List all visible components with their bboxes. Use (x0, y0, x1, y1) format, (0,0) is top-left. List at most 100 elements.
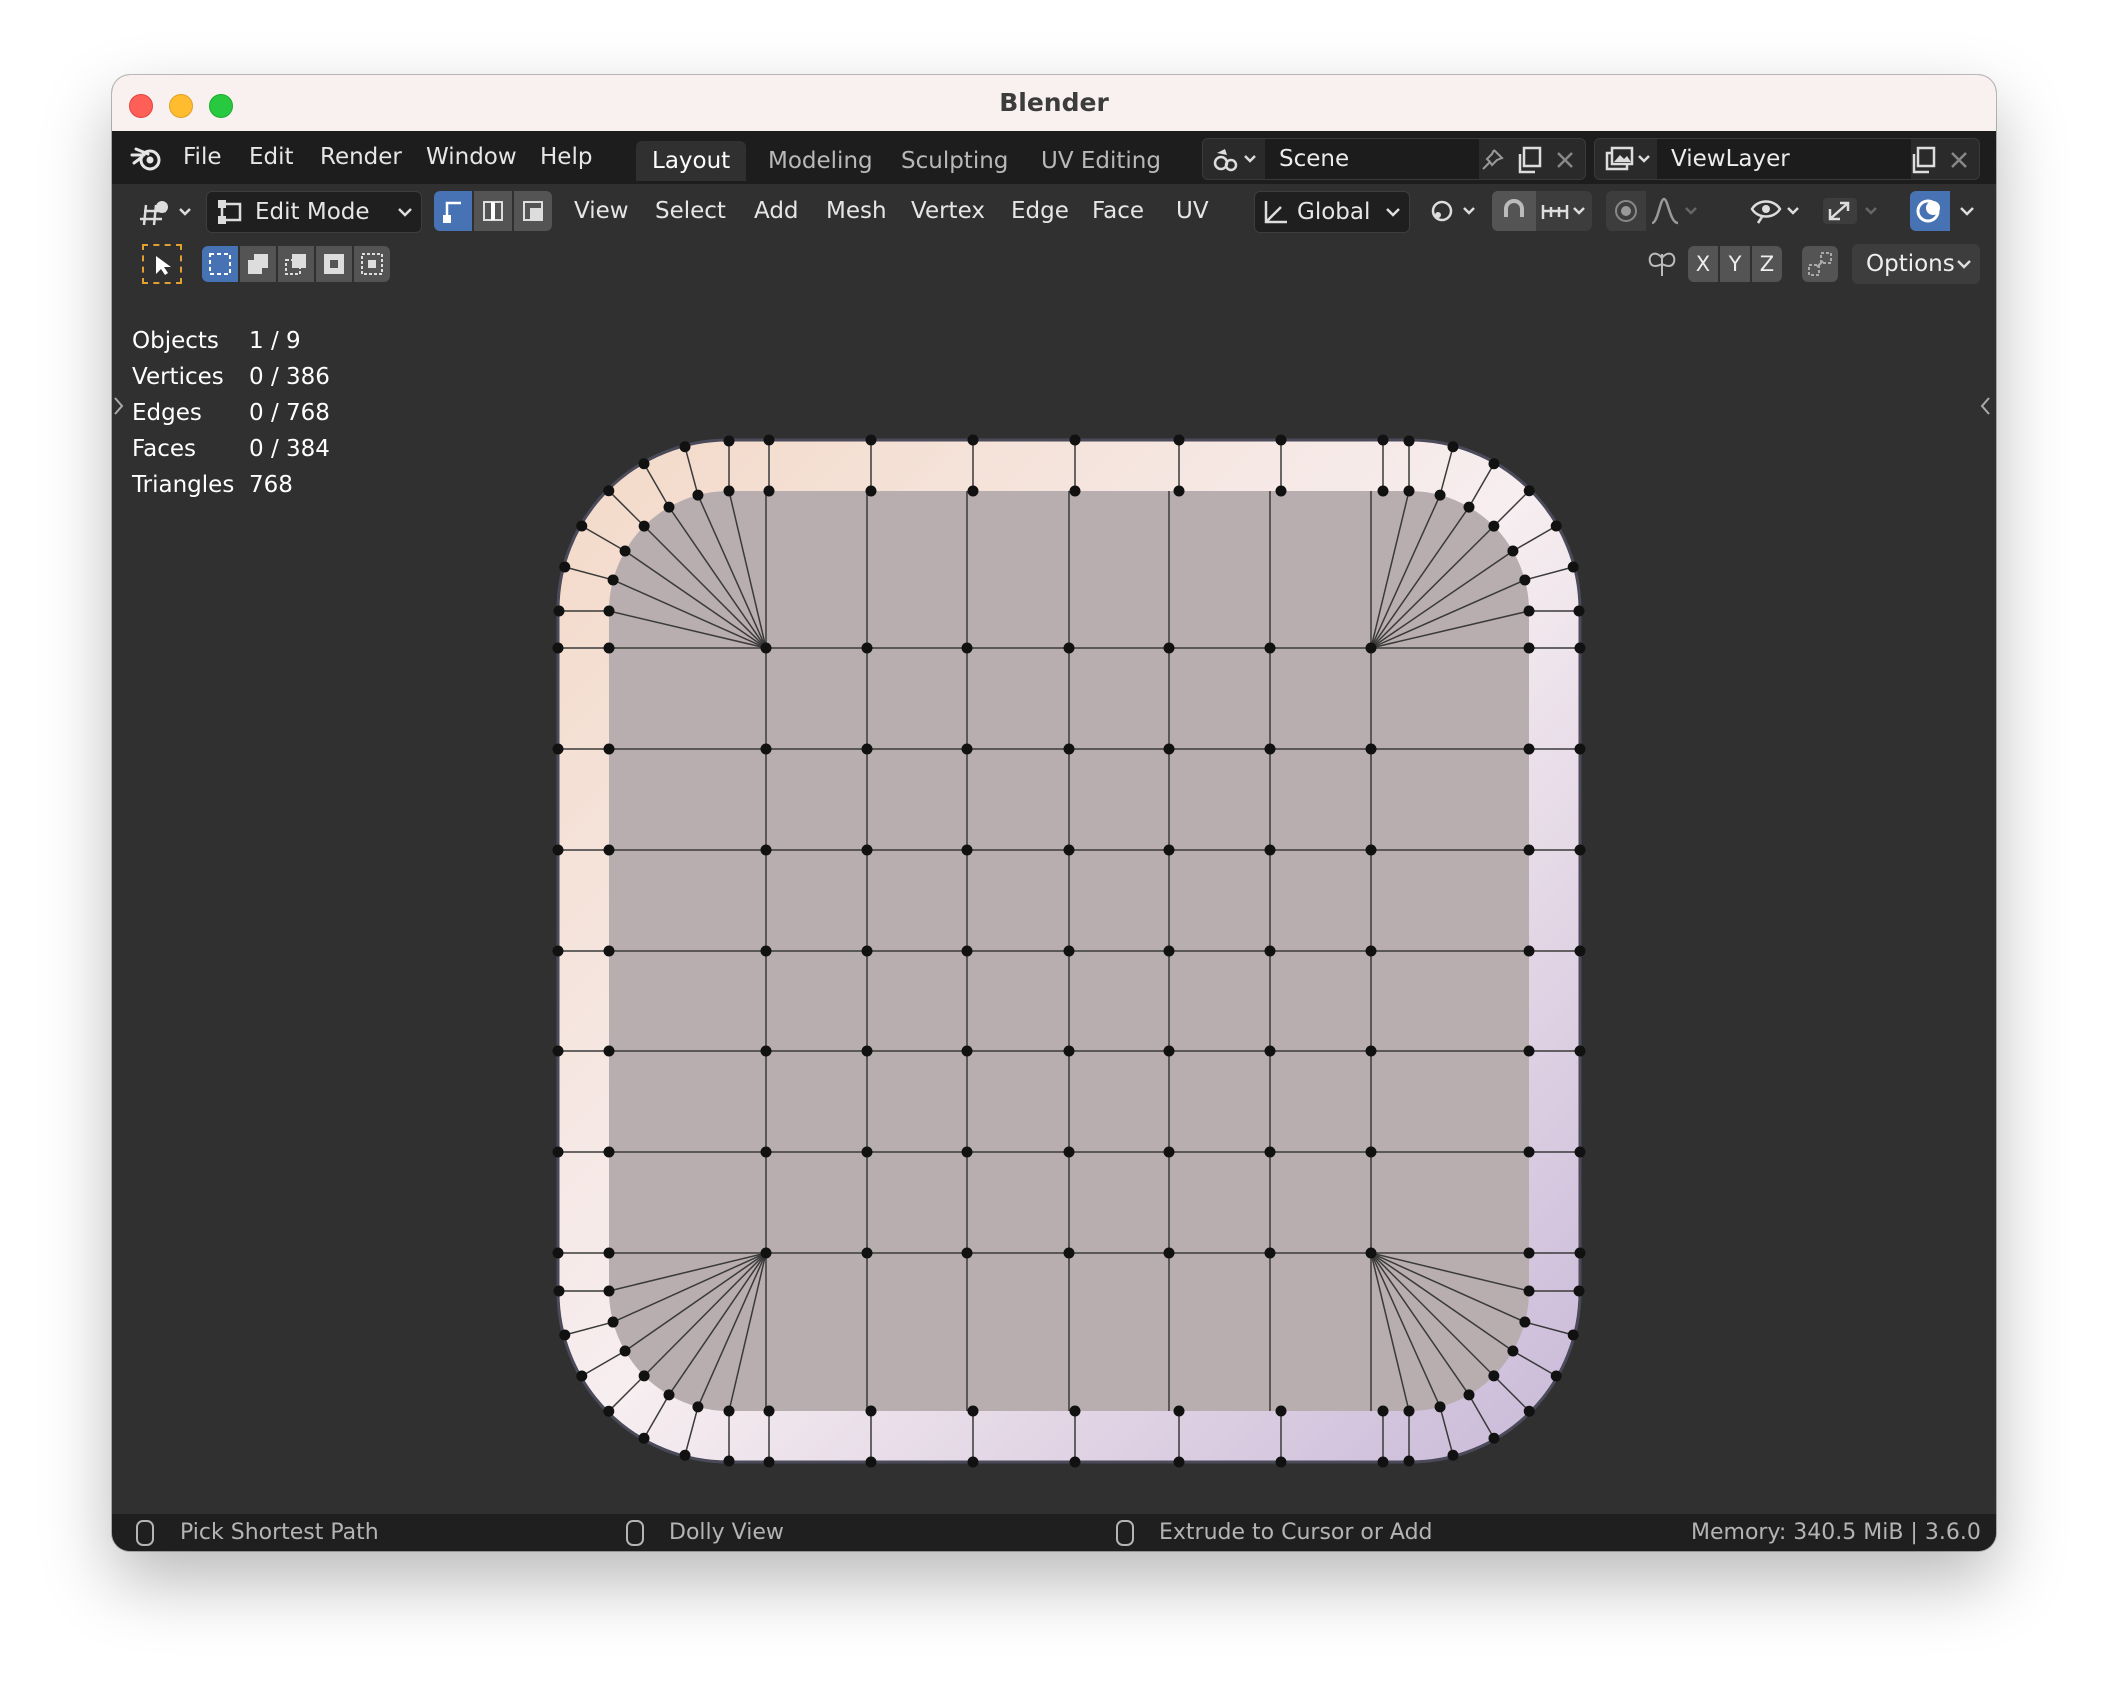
mesh-vertex[interactable] (967, 485, 979, 497)
new-view-layer-icon[interactable] (1909, 145, 1939, 175)
mesh-vertex[interactable] (603, 1405, 615, 1417)
header-menu-edge[interactable]: Edge (1011, 184, 1069, 238)
mesh-vertex[interactable] (638, 1370, 650, 1382)
maximize-window-button[interactable] (209, 94, 233, 118)
mesh-vertex[interactable] (1063, 642, 1075, 654)
mesh-vertex[interactable] (861, 1146, 873, 1158)
pivot-point-button[interactable] (1424, 191, 1482, 231)
mirror-y-toggle[interactable]: Y (1720, 246, 1750, 282)
mesh-vertex[interactable] (763, 1456, 775, 1468)
scene-name-field[interactable]: Scene (1265, 139, 1479, 179)
mesh-vertex[interactable] (1173, 1405, 1185, 1417)
mesh-vertex[interactable] (1063, 844, 1075, 856)
mesh-vertex[interactable] (552, 642, 564, 654)
mesh-vertex[interactable] (1434, 1401, 1446, 1413)
mesh-vertex[interactable] (967, 434, 979, 446)
snap-toggle-button[interactable] (1492, 191, 1536, 231)
mesh-vertex[interactable] (1377, 485, 1389, 497)
mesh-vertex[interactable] (553, 605, 565, 617)
mesh-vertex[interactable] (1574, 844, 1586, 856)
header-menu-select[interactable]: Select (655, 184, 726, 238)
mesh-vertex[interactable] (663, 1389, 675, 1401)
mesh-vertex[interactable] (1365, 844, 1377, 856)
mesh-vertex[interactable] (861, 1247, 873, 1259)
mesh-vertex[interactable] (1523, 945, 1535, 957)
face-select-mode-button[interactable] (514, 191, 552, 231)
mesh-vertex[interactable] (576, 520, 588, 532)
mesh-vertex[interactable] (723, 435, 735, 447)
header-menu-add[interactable]: Add (754, 184, 799, 238)
mesh-vertex[interactable] (1275, 485, 1287, 497)
mesh-vertex[interactable] (961, 743, 973, 755)
mesh-vertex[interactable] (967, 1456, 979, 1468)
snap-target-button[interactable] (1536, 191, 1592, 231)
tab-sculpting[interactable]: Sculpting (885, 141, 1024, 181)
gizmo-toggle-button[interactable] (1818, 191, 1886, 231)
mesh-vertex[interactable] (1523, 485, 1535, 497)
mesh-vertex[interactable] (1523, 605, 1535, 617)
mesh-vertex[interactable] (638, 520, 650, 532)
blender-logo-icon[interactable] (130, 143, 164, 173)
mesh-vertex[interactable] (1365, 1045, 1377, 1057)
mesh-vertex[interactable] (723, 485, 735, 497)
mesh-vertex[interactable] (638, 1432, 650, 1444)
mesh-vertex[interactable] (1365, 642, 1377, 654)
tab-modeling[interactable]: Modeling (752, 141, 889, 181)
mesh-vertex[interactable] (1264, 1247, 1276, 1259)
mode-selector[interactable]: Edit Mode (206, 191, 422, 233)
scene-icon[interactable] (1211, 145, 1259, 173)
mesh-vertex[interactable] (1377, 434, 1389, 446)
mesh-vertex[interactable] (763, 485, 775, 497)
mesh-vertex[interactable] (1264, 1045, 1276, 1057)
select-mode-new-button[interactable] (202, 246, 238, 282)
mesh-vertex[interactable] (1523, 844, 1535, 856)
mesh-vertex[interactable] (760, 1247, 772, 1259)
mesh-vertex[interactable] (552, 1146, 564, 1158)
mesh-vertex[interactable] (760, 945, 772, 957)
mesh-vertex[interactable] (603, 743, 615, 755)
mesh-vertex[interactable] (1574, 1146, 1586, 1158)
3d-viewport[interactable] (112, 184, 1996, 1551)
mesh-vertex[interactable] (1069, 434, 1081, 446)
mesh-vertex[interactable] (760, 1146, 772, 1158)
mesh-vertex[interactable] (961, 1146, 973, 1158)
mesh-vertex[interactable] (1507, 545, 1519, 557)
mesh-vertex[interactable] (1403, 485, 1415, 497)
mesh-vertex[interactable] (1523, 743, 1535, 755)
mesh-vertex[interactable] (552, 743, 564, 755)
tab-layout[interactable]: Layout (636, 141, 747, 181)
mesh-vertex[interactable] (552, 844, 564, 856)
select-mode-invert-button[interactable] (316, 246, 352, 282)
object-visibility-button[interactable] (1744, 191, 1806, 231)
mesh-vertex[interactable] (603, 1247, 615, 1259)
mesh-vertex[interactable] (1573, 1285, 1585, 1297)
mesh-vertex[interactable] (619, 545, 631, 557)
mesh-vertex[interactable] (603, 642, 615, 654)
header-menu-mesh[interactable]: Mesh (826, 184, 887, 238)
mesh-vertex[interactable] (603, 1045, 615, 1057)
header-menu-vertex[interactable]: Vertex (911, 184, 985, 238)
mesh-vertex[interactable] (1523, 1045, 1535, 1057)
mesh-vertex[interactable] (760, 743, 772, 755)
mesh-vertex[interactable] (961, 642, 973, 654)
vertex-select-mode-button[interactable] (434, 191, 472, 231)
mesh-vertex[interactable] (692, 1401, 704, 1413)
mesh-vertex[interactable] (1434, 489, 1446, 501)
edge-select-mode-button[interactable] (474, 191, 512, 231)
mesh-vertex[interactable] (1173, 485, 1185, 497)
minimize-window-button[interactable] (169, 94, 193, 118)
mesh-vertex[interactable] (1523, 1405, 1535, 1417)
mesh-vertex[interactable] (679, 1449, 691, 1461)
mesh-vertex[interactable] (1069, 1405, 1081, 1417)
mesh-vertex[interactable] (865, 434, 877, 446)
overlays-dropdown-button[interactable] (1950, 191, 1984, 231)
mesh-vertex[interactable] (1574, 1045, 1586, 1057)
mesh-vertex[interactable] (1574, 743, 1586, 755)
overlays-toggle-button[interactable] (1910, 191, 1950, 231)
mesh-vertex[interactable] (607, 574, 619, 586)
mesh-vertex[interactable] (760, 642, 772, 654)
left-panel-toggle-icon[interactable] (112, 394, 126, 418)
mesh-vertex[interactable] (865, 1456, 877, 1468)
header-menu-face[interactable]: Face (1092, 184, 1144, 238)
mesh-vertex[interactable] (638, 458, 650, 470)
